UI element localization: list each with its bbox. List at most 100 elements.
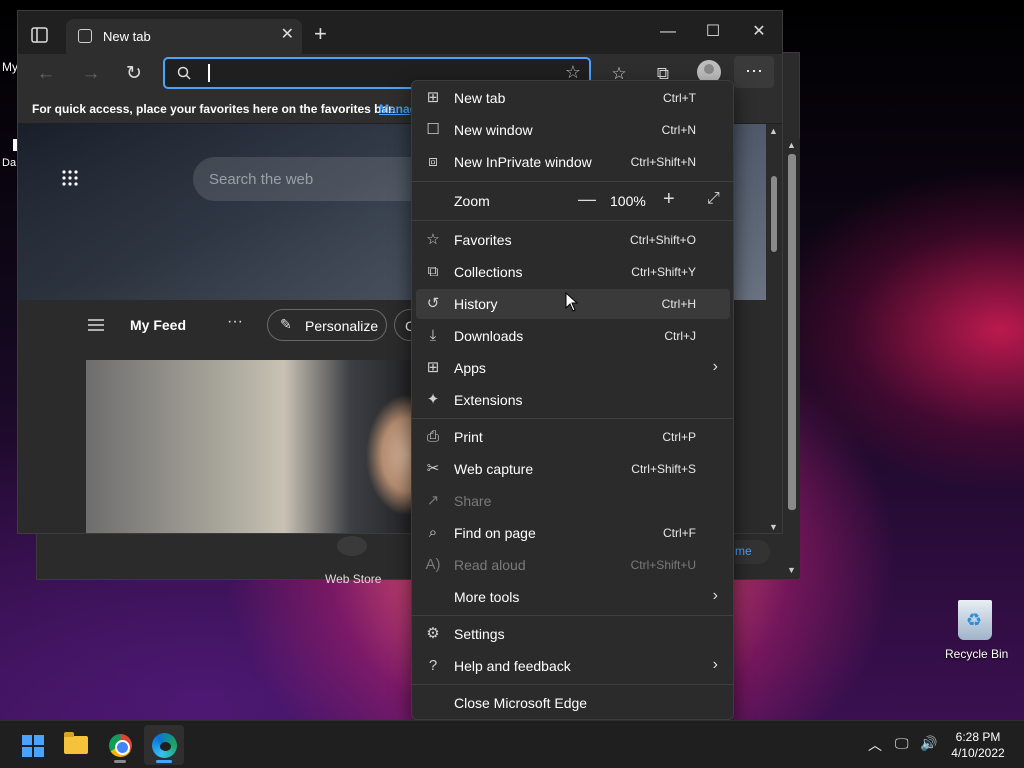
settings-and-more-button[interactable]: ··· (734, 56, 774, 88)
chevron-right-icon: › (712, 358, 718, 375)
menu-item-favorites[interactable]: ☆ Favorites Ctrl+Shift+O (416, 225, 730, 255)
menu-item-label: Favorites (454, 232, 512, 248)
share-icon: ↗ (426, 492, 440, 509)
desktop-icon-label[interactable]: Da (2, 157, 16, 169)
chevron-up-icon[interactable]: ︿ (868, 735, 882, 755)
menu-separator (412, 615, 733, 616)
new-tab-button[interactable]: + (314, 23, 327, 45)
new-tab-icon: ⊞ (426, 89, 440, 106)
menu-item-label: Downloads (454, 328, 524, 344)
favorites-icon: ☆ (426, 231, 440, 248)
home-pill[interactable]: me (735, 540, 770, 564)
desktop-icon-label[interactable]: My (2, 60, 18, 74)
forward-button[interactable]: → (78, 62, 104, 86)
chevron-right-icon: › (712, 656, 718, 673)
menu-item-read-aloud: A) Read aloud Ctrl+Shift+U (416, 550, 730, 580)
start-button[interactable] (12, 725, 52, 765)
menu-item-apps[interactable]: ⊞ Apps › (416, 353, 730, 383)
extensions-icon: ✦ (426, 391, 440, 408)
feed-more-icon[interactable]: ··· (227, 313, 243, 331)
menu-item-new-inprivate-window[interactable]: ⧈ New InPrivate window Ctrl+Shift+N (416, 147, 730, 177)
menu-item-close-microsoft-edge[interactable]: Close Microsoft Edge (416, 688, 730, 718)
maximize-button[interactable]: ☐ (701, 21, 725, 45)
back-button[interactable]: ← (33, 62, 59, 86)
news-card-image[interactable] (86, 360, 416, 533)
clock[interactable]: 6:28 PM 4/10/2022 (946, 729, 1010, 761)
menu-item-label: Print (454, 429, 483, 445)
recycle-bin-label: Recycle Bin (945, 647, 1009, 661)
zoom-level: 100% (610, 193, 646, 209)
web-capture-icon: ✂ (426, 460, 440, 477)
settings-and-more-menu: ⊞ New tab Ctrl+T ☐ New window Ctrl+N ⧈ N… (411, 80, 734, 720)
feed-menu-icon[interactable] (88, 319, 104, 331)
recycle-bin-desktop-icon[interactable]: Recycle Bin (942, 598, 1012, 668)
menu-item-label: New window (454, 122, 533, 138)
inprivate-icon: ⧈ (428, 153, 438, 170)
menu-item-web-capture[interactable]: ✂ Web capture Ctrl+Shift+S (416, 454, 730, 484)
scroll-thumb[interactable] (771, 176, 777, 252)
app-launcher-icon[interactable] (62, 170, 78, 186)
menu-item-shortcut: Ctrl+Shift+O (629, 233, 696, 247)
feed-title[interactable]: My Feed (130, 317, 186, 333)
scroll-up-arrow-icon[interactable]: ▲ (769, 126, 778, 136)
menu-item-new-window[interactable]: ☐ New window Ctrl+N (416, 115, 730, 145)
menu-item-label: Web capture (454, 461, 534, 477)
menu-item-shortcut: Ctrl+T (663, 91, 696, 105)
menu-item-more-tools[interactable]: More tools › (416, 582, 730, 612)
taskbar: ︿ 🖵 🔊 6:28 PM 4/10/2022 (0, 720, 1024, 768)
tab-title: New tab (103, 29, 151, 44)
refresh-button[interactable]: ↻ (121, 62, 147, 86)
menu-item-label: Read aloud (454, 557, 526, 573)
print-icon: ⎙ (426, 428, 439, 445)
menu-item-find-on-page[interactable]: ⌕ Find on page Ctrl+F (416, 518, 730, 548)
taskbar-file-explorer[interactable] (56, 725, 96, 765)
menu-item-label: Settings (454, 626, 505, 642)
running-indicator (114, 760, 126, 763)
zoom-in-button[interactable]: + (663, 188, 675, 211)
fullscreen-icon[interactable]: ⤢ (707, 190, 720, 208)
pencil-icon: ✎ (280, 316, 292, 332)
tab-new-tab[interactable]: New tab ✕ (66, 19, 302, 54)
menu-item-collections[interactable]: ⧉ Collections Ctrl+Shift+Y (416, 257, 730, 287)
menu-item-label: New InPrivate window (454, 154, 592, 170)
scroll-down-arrow-icon[interactable]: ▼ (787, 565, 796, 575)
menu-item-label: New tab (454, 90, 506, 106)
network-icon[interactable]: 🖵 (895, 735, 909, 752)
menu-separator (412, 684, 733, 685)
tab-actions-button[interactable] (30, 25, 50, 45)
menu-item-label: Zoom (454, 193, 490, 209)
page-scrollbar[interactable]: ▲ ▼ (766, 124, 782, 533)
menu-separator (412, 418, 733, 419)
taskbar-edge[interactable] (144, 725, 184, 765)
menu-item-downloads[interactable]: ⤓ Downloads Ctrl+J (416, 321, 730, 351)
menu-item-help-and-feedback[interactable]: ? Help and feedback › (416, 651, 730, 681)
close-tab-icon[interactable]: ✕ (281, 27, 294, 43)
scroll-thumb[interactable] (788, 154, 796, 510)
minimize-button[interactable]: — (656, 21, 680, 45)
chevron-right-icon: › (712, 587, 718, 604)
menu-item-label: History (454, 296, 498, 312)
volume-icon[interactable]: 🔊 (920, 735, 937, 752)
menu-separator (412, 181, 733, 182)
menu-item-shortcut: Ctrl+H (661, 297, 696, 311)
menu-item-shortcut: Ctrl+N (661, 123, 696, 137)
taskbar-chrome[interactable] (100, 725, 140, 765)
menu-item-extensions[interactable]: ✦ Extensions (416, 385, 730, 415)
menu-item-settings[interactable]: ⚙ Settings (416, 619, 730, 649)
menu-item-print[interactable]: ⎙ Print Ctrl+P (416, 422, 730, 452)
background-scrollbar[interactable]: ▲ ▼ (783, 138, 800, 578)
personalize-button[interactable]: ✎ Personalize (267, 309, 387, 341)
running-indicator (156, 760, 172, 763)
scroll-down-arrow-icon[interactable]: ▼ (769, 522, 778, 532)
menu-item-shortcut: Ctrl+Shift+S (631, 462, 696, 476)
menu-item-label: Collections (454, 264, 523, 280)
new-tab-page-icon (78, 29, 92, 43)
web-store-label[interactable]: Web Store (325, 572, 381, 586)
close-window-button[interactable]: ✕ (747, 21, 771, 45)
menu-item-new-tab[interactable]: ⊞ New tab Ctrl+T (416, 83, 730, 113)
scroll-up-arrow-icon[interactable]: ▲ (787, 140, 796, 150)
folder-icon (64, 732, 88, 754)
web-store-tile-icon[interactable] (337, 536, 367, 556)
web-search-placeholder: Search the web (209, 171, 314, 188)
zoom-out-button[interactable]: — (578, 189, 596, 210)
